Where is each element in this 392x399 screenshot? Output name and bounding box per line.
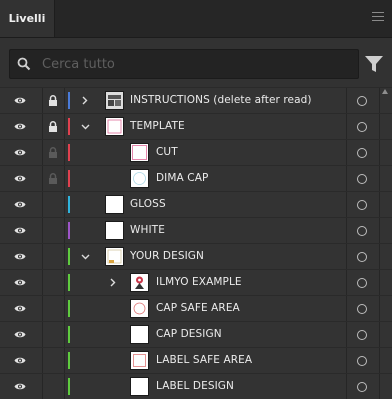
layer-name[interactable]: CAP DESIGN	[156, 322, 222, 347]
layer-thumbnail	[105, 221, 124, 240]
layer-color-bar	[68, 378, 70, 395]
layer-row-instructions-delete-after-read[interactable]: INSTRUCTIONS (delete after read)	[0, 87, 392, 113]
layer-color-bar	[68, 170, 70, 187]
visibility-eye-icon[interactable]	[10, 374, 30, 399]
lock-toggle-empty[interactable]	[43, 322, 63, 347]
layer-row-label-safe-area[interactable]: LABEL SAFE AREA	[0, 347, 392, 373]
layer-row-cap-design[interactable]: CAP DESIGN	[0, 321, 392, 347]
layer-row-gloss[interactable]: GLOSS	[0, 191, 392, 217]
layer-thumbnail	[105, 117, 124, 136]
layer-thumbnail	[130, 351, 149, 370]
layer-row-cap-safe-area[interactable]: CAP SAFE AREA	[0, 295, 392, 321]
layer-row-your-design[interactable]: YOUR DESIGN	[0, 243, 392, 269]
layer-name[interactable]: GLOSS	[130, 192, 166, 217]
layer-color-bar	[68, 92, 70, 109]
target-circle-icon[interactable]	[357, 330, 367, 340]
layer-color-bar	[68, 248, 70, 265]
layer-thumbnail	[105, 195, 124, 214]
layer-name[interactable]: CAP SAFE AREA	[156, 296, 240, 321]
layer-name[interactable]: TEMPLATE	[130, 114, 185, 139]
layer-color-bar	[68, 352, 70, 369]
layer-thumbnail	[130, 143, 149, 162]
layer-color-bar	[68, 196, 70, 213]
layers-list: INSTRUCTIONS (delete after read) TEMPLATE…	[0, 87, 392, 399]
layer-name[interactable]: ILMYO EXAMPLE	[156, 270, 242, 295]
visibility-eye-icon[interactable]	[10, 166, 30, 191]
layer-name[interactable]: YOUR DESIGN	[130, 244, 204, 269]
layer-thumbnail	[130, 273, 149, 292]
layer-color-bar	[68, 326, 70, 343]
layer-color-bar	[68, 222, 70, 239]
target-circle-icon[interactable]	[357, 226, 367, 236]
lock-toggle-empty[interactable]	[43, 348, 63, 373]
target-circle-icon[interactable]	[357, 304, 367, 314]
visibility-eye-icon[interactable]	[10, 140, 30, 165]
target-circle-icon[interactable]	[357, 356, 367, 366]
filter-icon[interactable]	[364, 55, 384, 73]
visibility-eye-icon[interactable]	[10, 114, 30, 139]
target-circle-icon[interactable]	[357, 200, 367, 210]
layer-color-bar	[68, 144, 70, 161]
target-circle-icon[interactable]	[357, 278, 367, 288]
visibility-eye-icon[interactable]	[10, 322, 30, 347]
lock-icon[interactable]	[43, 114, 63, 139]
layer-row-white[interactable]: WHITE	[0, 217, 392, 243]
layer-row-template[interactable]: TEMPLATE	[0, 113, 392, 139]
layer-thumbnail	[130, 299, 149, 318]
target-circle-icon[interactable]	[357, 174, 367, 184]
search-icon	[10, 50, 38, 78]
layer-thumbnail	[130, 325, 149, 344]
layer-name[interactable]: LABEL DESIGN	[156, 374, 234, 399]
target-circle-icon[interactable]	[357, 252, 367, 262]
lock-icon[interactable]	[43, 166, 63, 191]
visibility-eye-icon[interactable]	[10, 348, 30, 373]
tab-layers[interactable]: Livelli	[0, 0, 55, 37]
layers-panel: Livelli INSTRUCTIONS (delete after read)…	[0, 0, 392, 399]
chevron-right-icon[interactable]	[106, 270, 120, 295]
panel-tab-bar: Livelli	[0, 0, 392, 38]
target-circle-icon[interactable]	[357, 148, 367, 158]
lock-toggle-empty[interactable]	[43, 296, 63, 321]
visibility-eye-icon[interactable]	[10, 270, 30, 295]
chevron-down-icon[interactable]	[78, 244, 92, 269]
layer-color-bar	[68, 274, 70, 291]
visibility-eye-icon[interactable]	[10, 218, 30, 243]
layer-name[interactable]: INSTRUCTIONS (delete after read)	[130, 88, 312, 113]
visibility-eye-icon[interactable]	[10, 296, 30, 321]
target-circle-icon[interactable]	[357, 382, 367, 392]
layer-name[interactable]: CUT	[156, 140, 178, 165]
lock-toggle-empty[interactable]	[43, 218, 63, 243]
layer-name[interactable]: WHITE	[130, 218, 165, 243]
scroll-up-arrow-icon[interactable]	[382, 89, 388, 94]
layer-thumbnail	[130, 169, 149, 188]
layer-thumbnail	[130, 377, 149, 396]
search-input[interactable]	[38, 56, 358, 72]
lock-icon[interactable]	[43, 140, 63, 165]
lock-toggle-empty[interactable]	[43, 270, 63, 295]
visibility-eye-icon[interactable]	[10, 88, 30, 113]
layer-row-dima-cap[interactable]: DIMA CAP	[0, 165, 392, 191]
layer-color-bar	[68, 300, 70, 317]
search-row	[0, 38, 392, 88]
layer-color-bar	[68, 118, 70, 135]
chevron-down-icon[interactable]	[78, 114, 92, 139]
chevron-right-icon[interactable]	[78, 88, 92, 113]
layer-row-ilmyo-example[interactable]: ILMYO EXAMPLE	[0, 269, 392, 295]
layer-thumbnail	[105, 91, 124, 110]
layer-name[interactable]: LABEL SAFE AREA	[156, 348, 252, 373]
visibility-eye-icon[interactable]	[10, 244, 30, 269]
lock-toggle-empty[interactable]	[43, 244, 63, 269]
layer-name[interactable]: DIMA CAP	[156, 166, 208, 191]
lock-icon[interactable]	[43, 88, 63, 113]
target-circle-icon[interactable]	[357, 122, 367, 132]
layer-row-label-design[interactable]: LABEL DESIGN	[0, 373, 392, 399]
layer-row-cut[interactable]: CUT	[0, 139, 392, 165]
visibility-eye-icon[interactable]	[10, 192, 30, 217]
hamburger-menu-icon[interactable]	[372, 12, 384, 24]
target-circle-icon[interactable]	[357, 96, 367, 106]
search-box[interactable]	[9, 49, 359, 79]
lock-toggle-empty[interactable]	[43, 374, 63, 399]
layer-thumbnail	[105, 247, 124, 266]
lock-toggle-empty[interactable]	[43, 192, 63, 217]
